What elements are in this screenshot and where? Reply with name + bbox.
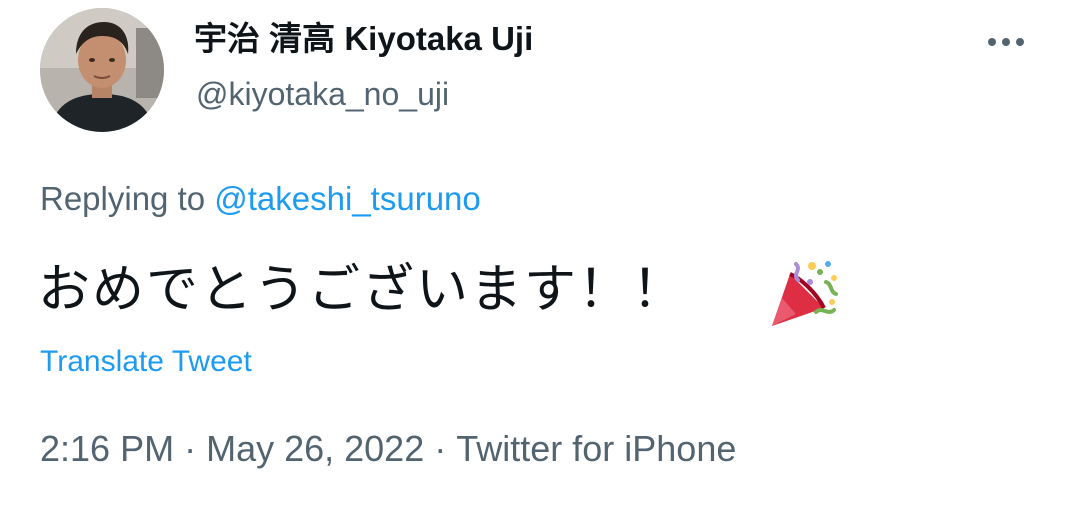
separator-dot: · (434, 428, 447, 469)
tweet-text: おめでとうございます！！ (38, 260, 687, 320)
more-options-button[interactable] (976, 20, 1036, 64)
translate-tweet-link[interactable]: Translate Tweet (40, 342, 252, 382)
replying-to-label: Replying to (40, 180, 215, 217)
tweet-date[interactable]: May 26, 2022 (206, 428, 424, 469)
tweet-time[interactable]: 2:16 PM (40, 428, 174, 469)
reply-mention-link[interactable]: @takeshi_tsuruno (214, 180, 480, 217)
avatar[interactable] (40, 8, 164, 132)
tweet-source[interactable]: Twitter for iPhone (456, 428, 736, 469)
user-handle[interactable]: @kiyotaka_no_uji (196, 73, 449, 115)
replying-to: Replying to @takeshi_tsuruno (40, 176, 481, 222)
display-name[interactable]: 宇治 清高 Kiyotaka Uji (194, 17, 533, 61)
separator-dot: · (184, 428, 197, 469)
tweet-metadata: 2:16 PM · May 26, 2022 · Twitter for iPhone (40, 426, 736, 472)
party-popper-icon (772, 261, 838, 326)
more-horizontal-icon (988, 38, 1024, 46)
